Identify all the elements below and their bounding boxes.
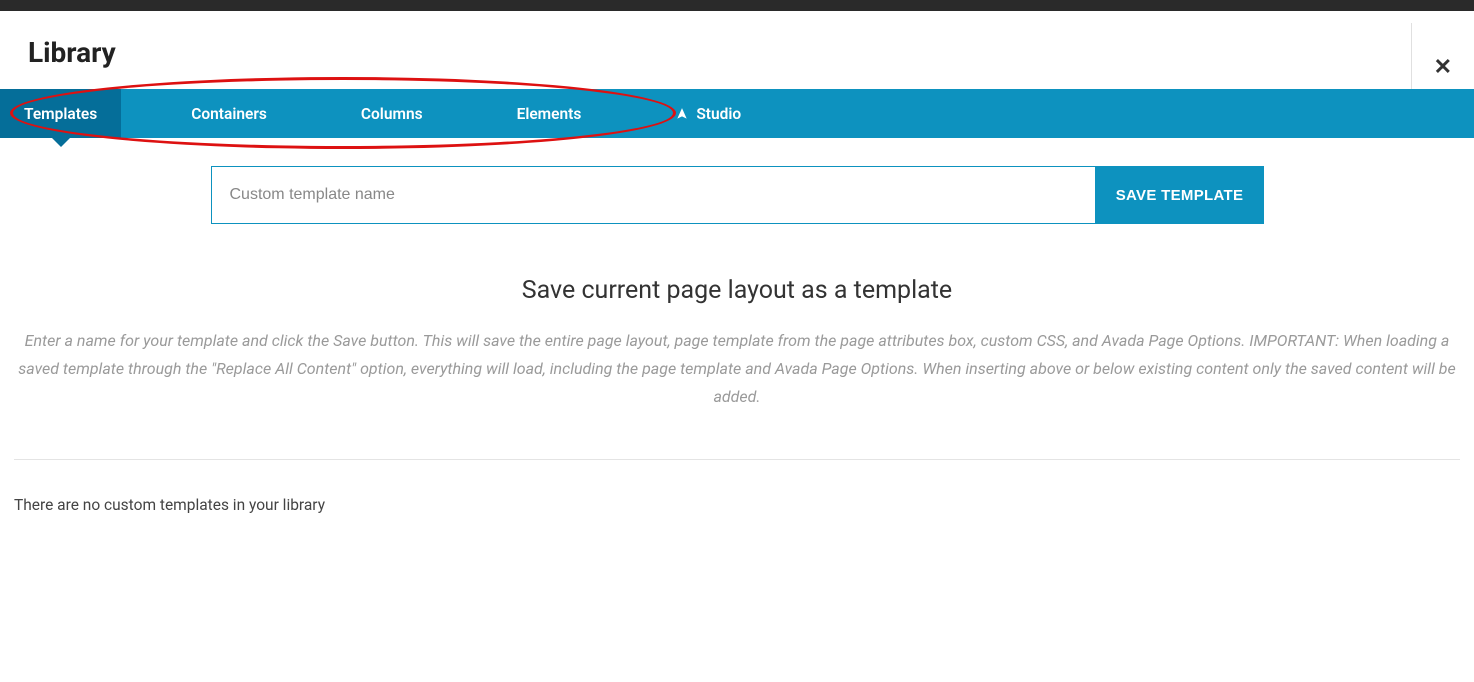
tab-label: Columns xyxy=(361,105,423,123)
tab-label: Containers xyxy=(191,105,267,123)
library-header: Library ✕ xyxy=(0,11,1474,89)
tab-elements[interactable]: Elements xyxy=(493,89,606,138)
save-template-form: Save Template xyxy=(0,138,1474,224)
tab-templates[interactable]: Templates xyxy=(0,89,121,138)
top-bar xyxy=(0,0,1474,11)
template-name-input[interactable] xyxy=(211,166,1096,224)
tab-columns[interactable]: Columns xyxy=(337,89,447,138)
section-description: Enter a name for your template and click… xyxy=(18,327,1456,411)
tab-label: Templates xyxy=(24,105,97,123)
tab-label: Elements xyxy=(517,105,582,123)
section-heading: Save current page layout as a template xyxy=(0,276,1474,305)
page-title: Library xyxy=(28,36,116,69)
empty-library-message: There are no custom templates in your li… xyxy=(0,460,1474,514)
tab-label: Studio xyxy=(696,105,741,123)
library-nav: Templates Containers Columns Elements St… xyxy=(0,89,1474,138)
tab-studio[interactable]: Studio xyxy=(651,89,765,138)
tab-containers[interactable]: Containers xyxy=(167,89,291,138)
close-icon[interactable]: ✕ xyxy=(1428,49,1458,86)
save-template-button[interactable]: Save Template xyxy=(1096,166,1264,224)
studio-icon xyxy=(675,107,689,121)
